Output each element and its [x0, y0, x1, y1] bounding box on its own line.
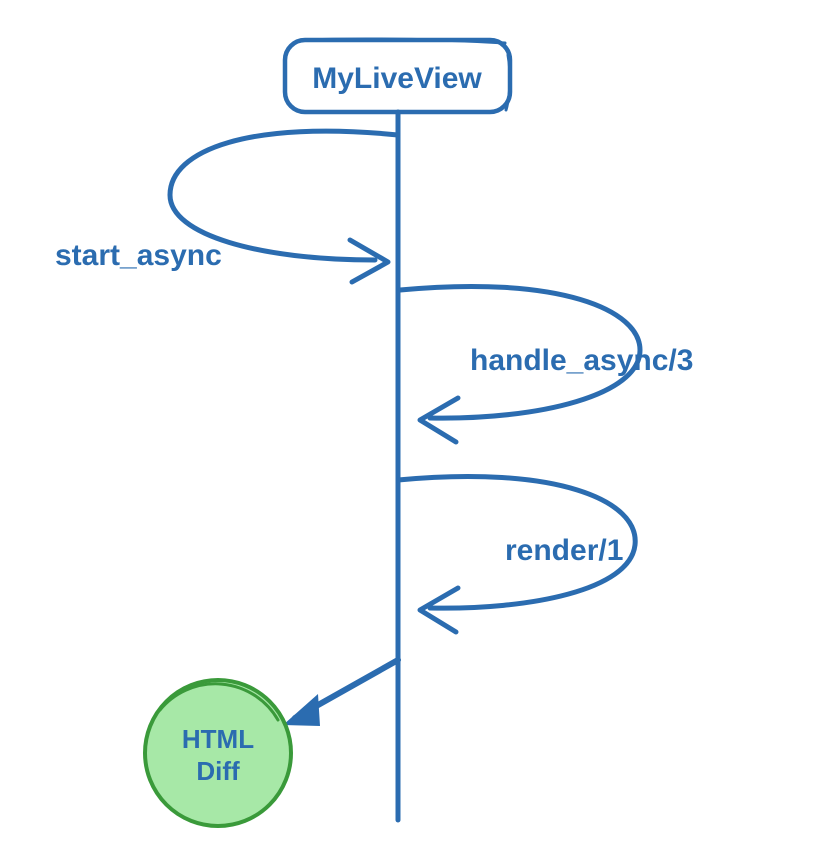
myliveview-title: MyLiveView — [312, 62, 482, 95]
start-async-loop: start_async — [55, 131, 398, 282]
html-diff-line2: Diff — [196, 756, 240, 786]
start-async-label: start_async — [55, 239, 222, 272]
handle-async-label: handle_async/3 — [470, 344, 693, 377]
handle-async-loop: handle_async/3 — [400, 286, 693, 442]
html-diff-line1: HTML — [182, 724, 254, 754]
output-arrow — [283, 660, 398, 726]
diagram-canvas: MyLiveView start_async handle_async/3 re… — [0, 0, 822, 858]
render-loop: render/1 — [398, 476, 635, 632]
html-diff-node: HTML Diff — [145, 680, 291, 826]
myliveview-box: MyLiveView — [285, 39, 510, 112]
render-label: render/1 — [505, 534, 623, 567]
